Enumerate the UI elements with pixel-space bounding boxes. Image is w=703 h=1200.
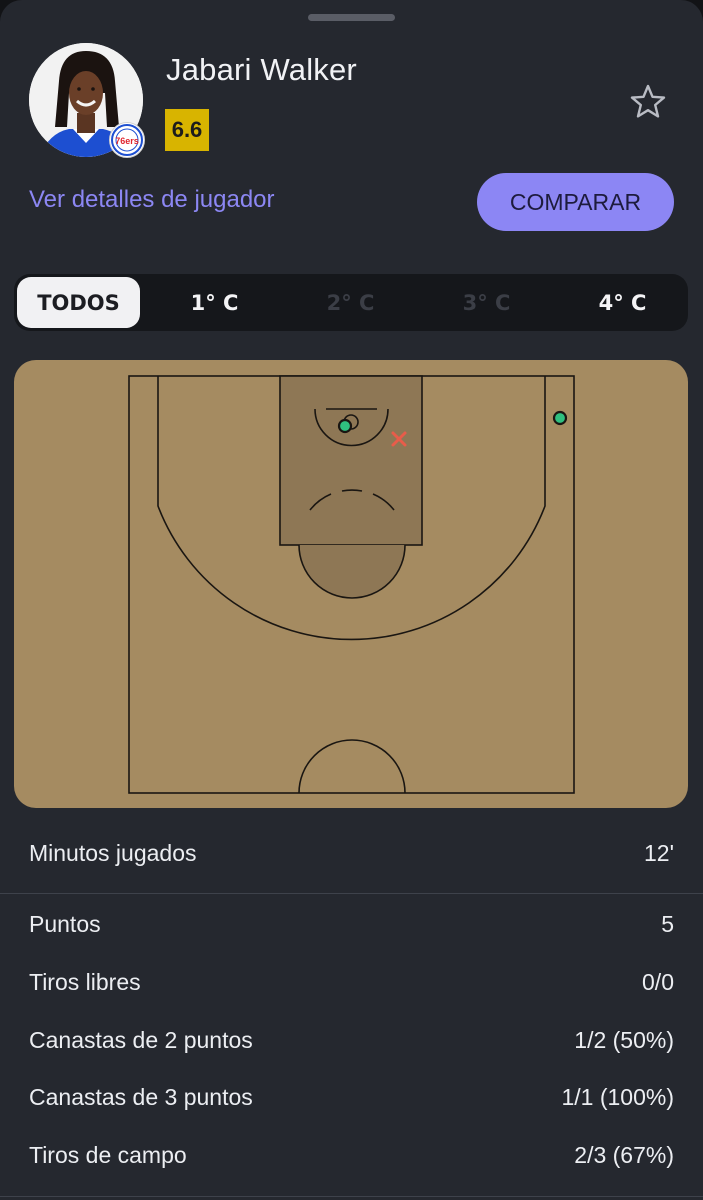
- team-logo: 76ers: [109, 122, 145, 158]
- divider: [0, 1196, 703, 1197]
- stat-row-minutes: Minutos jugados 12': [29, 840, 674, 867]
- stat-row-two-pointers: Canastas de 2 puntos 1/2 (50%): [29, 1027, 674, 1054]
- made-shot-marker: [552, 410, 568, 426]
- tab-quarter-1[interactable]: 1° C: [153, 277, 276, 328]
- stat-label: Canastas de 2 puntos: [29, 1027, 253, 1053]
- paint-area: [279, 375, 423, 546]
- free-throw-circle-fill: [299, 545, 405, 598]
- player-details-link[interactable]: Ver detalles de jugador: [29, 186, 275, 214]
- player-rating-badge: 6.6: [165, 109, 209, 151]
- tab-quarter-2: 2° C: [326, 290, 375, 315]
- stat-label: Minutos jugados: [29, 840, 197, 866]
- drag-handle[interactable]: [308, 14, 395, 21]
- tab-quarter-4[interactable]: 4° C: [561, 277, 684, 328]
- stat-row-points: Puntos 5: [29, 911, 674, 938]
- player-name: Jabari Walker: [166, 52, 357, 87]
- period-tabs: TODOS 1° C 2° C 3° C 4° C: [14, 274, 688, 331]
- divider: [0, 893, 703, 894]
- stat-value: 12': [644, 840, 674, 866]
- center-circle: [298, 739, 406, 794]
- shot-chart: [14, 360, 688, 808]
- stat-row-free-throws: Tiros libres 0/0: [29, 969, 674, 996]
- stat-value: 1/2 (50%): [574, 1027, 674, 1053]
- team-logo-text: 76ers: [115, 136, 139, 146]
- compare-button[interactable]: COMPARAR: [477, 173, 674, 231]
- stat-value: 2/3 (67%): [574, 1142, 674, 1168]
- stat-label: Tiros libres: [29, 969, 141, 995]
- tab-all[interactable]: TODOS: [17, 277, 140, 328]
- favorite-star-icon[interactable]: [628, 82, 668, 122]
- player-bottom-sheet: 76ers Jabari Walker 6.6 Ver detalles de …: [0, 0, 703, 1200]
- stat-row-field-goals: Tiros de campo 2/3 (67%): [29, 1142, 674, 1169]
- player-avatar: 76ers: [29, 43, 145, 158]
- stat-value: 5: [661, 911, 674, 937]
- stat-label: Canastas de 3 puntos: [29, 1084, 253, 1110]
- stat-value: 1/1 (100%): [561, 1084, 674, 1110]
- stat-value: 0/0: [642, 969, 674, 995]
- made-shot-marker: [337, 418, 353, 434]
- court-diagram: [128, 375, 575, 794]
- tab-quarter-3: 3° C: [462, 290, 511, 315]
- stat-row-three-pointers: Canastas de 3 puntos 1/1 (100%): [29, 1084, 674, 1111]
- team-logo-icon: 76ers: [111, 124, 143, 156]
- stat-label: Tiros de campo: [29, 1142, 187, 1168]
- stat-label: Puntos: [29, 911, 101, 937]
